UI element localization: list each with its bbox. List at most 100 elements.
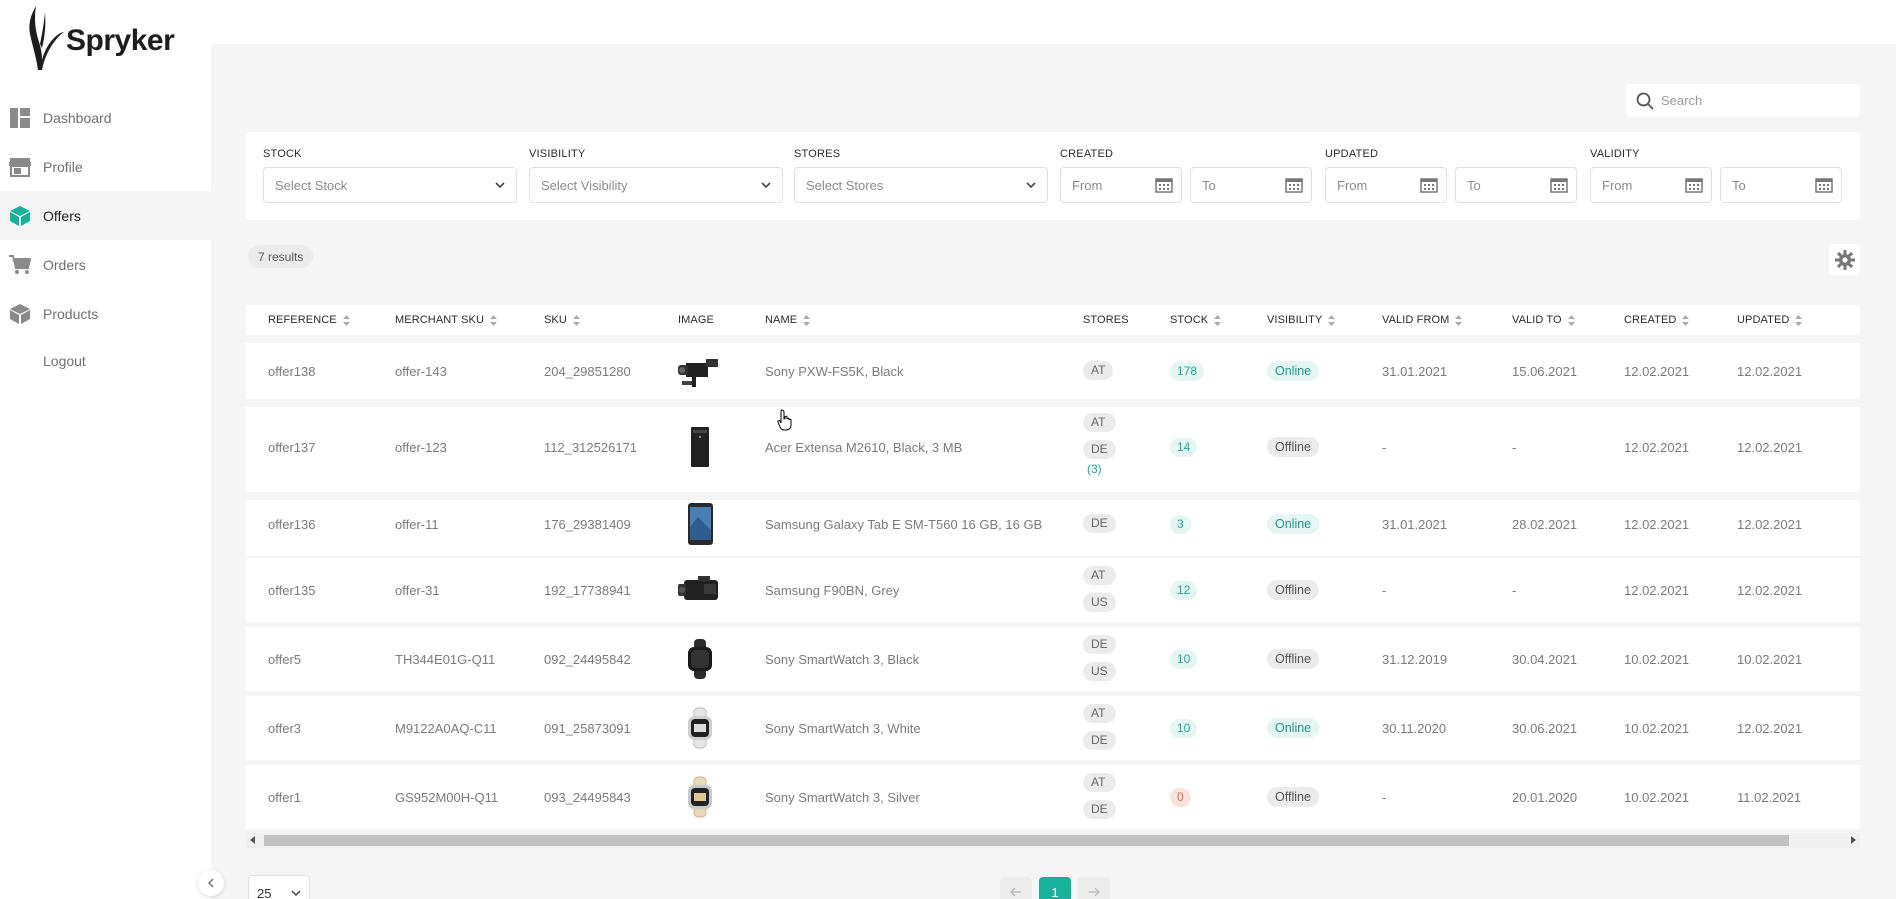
store-icon (9, 156, 31, 178)
cell-reference: offer1 (268, 789, 302, 805)
table-row[interactable]: offer137 offer-123 112_312526171 Acer Ex… (246, 407, 1860, 492)
column-header-name[interactable]: NAME (765, 305, 811, 335)
chevron-down-icon (1026, 182, 1036, 189)
column-header-image: IMAGE (678, 305, 714, 335)
column-header-stock[interactable]: STOCK (1170, 305, 1222, 335)
column-header-valid-from[interactable]: VALID FROM (1382, 305, 1463, 335)
spryker-logo[interactable]: Spryker (18, 4, 175, 72)
sidebar-item-label: Products (43, 305, 99, 322)
product-image-watch-silver (678, 775, 722, 819)
column-header-visibility[interactable]: VISIBILITY (1267, 305, 1336, 335)
cell-updated: 10.02.2021 (1737, 651, 1803, 667)
cell-stores: AT DE (1083, 773, 1116, 819)
cell-created: 12.02.2021 (1624, 363, 1690, 379)
cell-merchant-sku: M9122A0AQ-C11 (395, 720, 497, 736)
cell-valid-to: 20.01.2020 (1512, 789, 1578, 805)
sidebar-item-offers[interactable]: Offers (0, 191, 211, 240)
table-row[interactable]: offer1 GS952M00H-Q11 093_24495843 Sony S… (246, 765, 1860, 829)
previous-page-button[interactable] (1000, 877, 1032, 899)
table-row[interactable]: offer5 TH344E01G-Q11 092_24495842 Sony S… (246, 627, 1860, 691)
stock-badge: 12 (1170, 580, 1198, 600)
created-from-input[interactable]: From (1060, 167, 1182, 203)
sidebar-item-dashboard[interactable]: Dashboard (0, 93, 211, 142)
updated-to-input[interactable]: To (1455, 167, 1577, 203)
cell-valid-from: - (1382, 582, 1387, 598)
stock-select[interactable]: Select Stock (263, 167, 517, 203)
cell-visibility: Offline (1267, 627, 1319, 691)
cell-created: 12.02.2021 (1624, 439, 1690, 455)
filter-label-created: CREATED (1060, 148, 1114, 160)
sidebar-item-label: Dashboard (43, 109, 112, 126)
scroll-left-arrow-icon[interactable] (250, 836, 255, 844)
store-chip: AT (1083, 566, 1116, 585)
column-header-created[interactable]: CREATED (1624, 305, 1690, 335)
chevron-left-icon (207, 878, 214, 888)
cell-sku: 192_17738941 (544, 582, 631, 598)
search-input[interactable] (1661, 93, 1841, 108)
store-chip: AT (1083, 361, 1114, 380)
stock-badge: 10 (1170, 649, 1198, 669)
sidebar-item-products[interactable]: Products (0, 289, 211, 338)
table-row[interactable]: offer136 offer-11 176_29381409 Samsung G… (246, 500, 1860, 556)
cell-stores: AT DE (3) (1083, 413, 1116, 476)
updated-from-input[interactable]: From (1325, 167, 1447, 203)
column-header-sku[interactable]: SKU (544, 305, 580, 335)
search-icon (1636, 92, 1654, 110)
page-size-select[interactable]: 25 (248, 875, 310, 899)
store-chip: US (1083, 593, 1116, 612)
cell-sku: 204_29851280 (544, 363, 631, 379)
cell-visibility: Online (1267, 696, 1320, 760)
cell-sku: 092_24495842 (544, 651, 631, 667)
column-header-updated[interactable]: UPDATED (1737, 305, 1803, 335)
cell-created: 12.02.2021 (1624, 516, 1690, 532)
cell-name: Sony SmartWatch 3, Silver (765, 789, 920, 805)
visibility-badge: Offline (1267, 649, 1319, 669)
cell-name: Acer Extensa M2610, Black, 3 MB (765, 439, 963, 455)
visibility-select[interactable]: Select Visibility (529, 167, 783, 203)
sidebar-item-profile[interactable]: Profile (0, 142, 211, 191)
column-header-valid-to[interactable]: VALID TO (1512, 305, 1575, 335)
sidebar-collapse-button[interactable] (198, 870, 224, 896)
cell-valid-to: 15.06.2021 (1512, 363, 1578, 379)
next-page-button[interactable] (1078, 877, 1110, 899)
cell-valid-to: 30.06.2021 (1512, 720, 1578, 736)
table-row[interactable]: offer135 offer-31 192_17738941 Samsung F… (246, 558, 1860, 622)
filter-label-visibility: VISIBILITY (529, 148, 586, 160)
visibility-badge: Offline (1267, 580, 1319, 600)
stock-badge: 3 (1170, 514, 1191, 534)
page-button-current[interactable]: 1 (1039, 877, 1071, 899)
horizontal-scrollbar[interactable] (246, 833, 1860, 848)
store-chip: US (1083, 662, 1116, 681)
filter-label-updated: UPDATED (1325, 148, 1379, 160)
store-chip: AT (1083, 773, 1116, 792)
results-count-badge: 7 results (248, 245, 314, 268)
stores-select[interactable]: Select Stores (794, 167, 1048, 203)
cell-stock: 178 (1170, 343, 1205, 399)
logout-link[interactable]: Logout (0, 338, 211, 384)
search-box[interactable] (1626, 84, 1860, 117)
cell-stock: 3 (1170, 500, 1191, 548)
created-to-input[interactable]: To (1190, 167, 1312, 203)
column-header-merchant-sku[interactable]: MERCHANT SKU (395, 305, 498, 335)
date-placeholder: To (1202, 177, 1216, 193)
filter-label-validity: VALIDITY (1590, 148, 1640, 160)
table-row[interactable]: offer3 M9122A0AQ-C11 091_25873091 Sony S… (246, 696, 1860, 760)
sort-icon (1795, 314, 1803, 326)
column-header-reference[interactable]: REFERENCE (268, 305, 350, 335)
validity-from-input[interactable]: From (1590, 167, 1712, 203)
column-label: STORES (1083, 314, 1129, 326)
more-stores-link[interactable]: (3) (1083, 462, 1116, 476)
visibility-badge: Offline (1267, 437, 1319, 457)
cell-visibility: Online (1267, 500, 1320, 548)
scroll-right-arrow-icon[interactable] (1851, 836, 1856, 844)
store-chip: DE (1083, 731, 1116, 750)
cell-name: Samsung F90BN, Grey (765, 582, 900, 598)
validity-to-input[interactable]: To (1720, 167, 1842, 203)
column-label: MERCHANT SKU (395, 314, 485, 326)
table-settings-button[interactable] (1829, 244, 1860, 275)
sidebar-item-orders[interactable]: Orders (0, 240, 211, 289)
chevron-down-icon (761, 182, 771, 189)
sort-icon (1682, 314, 1690, 326)
scrollbar-thumb[interactable] (264, 835, 1789, 846)
table-row[interactable]: offer138 offer-143 204_29851280 Sony PXW… (246, 343, 1860, 399)
